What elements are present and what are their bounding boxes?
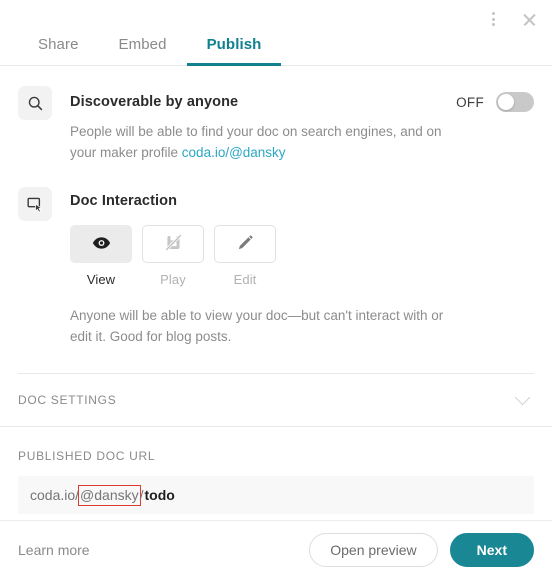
url-prefix: coda.io/ bbox=[30, 487, 80, 503]
doc-interaction-row: Doc Interaction View Play Edit bbox=[18, 187, 534, 287]
discoverable-content: Discoverable by anyone OFF People will b… bbox=[70, 86, 534, 163]
tab-publish[interactable]: Publish bbox=[186, 36, 282, 66]
doc-interaction-content: Doc Interaction View Play Edit bbox=[70, 187, 534, 287]
eye-icon bbox=[92, 236, 111, 253]
discoverable-description: People will be able to find your doc on … bbox=[70, 121, 460, 163]
interaction-mode-group: View Play Edit bbox=[70, 225, 534, 287]
maker-profile-link[interactable]: coda.io/@dansky bbox=[182, 145, 286, 160]
discoverable-title-line: Discoverable by anyone OFF bbox=[70, 92, 534, 112]
open-preview-button[interactable]: Open preview bbox=[309, 532, 438, 567]
mode-edit-label: Edit bbox=[233, 272, 257, 287]
discoverable-title: Discoverable by anyone bbox=[70, 94, 239, 110]
search-icon bbox=[18, 86, 52, 120]
mode-edit: Edit bbox=[214, 225, 276, 287]
close-glyph bbox=[522, 12, 537, 27]
url-slug[interactable]: todo bbox=[145, 487, 175, 503]
footer-actions: Open preview Next bbox=[309, 532, 534, 567]
doc-interaction-title: Doc Interaction bbox=[70, 193, 178, 209]
mode-play-button[interactable] bbox=[142, 225, 204, 263]
published-url-input[interactable]: coda.io/@dansky / todo bbox=[18, 476, 534, 514]
discoverable-row: Discoverable by anyone OFF People will b… bbox=[18, 86, 534, 163]
mode-view: View bbox=[70, 225, 132, 287]
toggle-state-label: OFF bbox=[456, 94, 484, 110]
learn-more-link[interactable]: Learn more bbox=[18, 542, 90, 558]
doc-interaction-description: Anyone will be able to view your doc—but… bbox=[70, 308, 444, 344]
mode-view-button[interactable] bbox=[70, 225, 132, 263]
discoverable-toggle-wrap: OFF bbox=[456, 92, 534, 112]
mode-edit-button[interactable] bbox=[214, 225, 276, 263]
toggle-knob bbox=[498, 94, 514, 110]
doc-settings-label: DOC SETTINGS bbox=[18, 393, 117, 407]
mode-play: Play bbox=[142, 225, 204, 287]
doc-interaction-title-line: Doc Interaction bbox=[70, 193, 534, 209]
window-controls bbox=[482, 8, 540, 30]
url-handle-highlight[interactable]: @dansky bbox=[78, 484, 141, 506]
kebab-dots bbox=[491, 12, 495, 26]
pencil-icon bbox=[236, 234, 254, 255]
mode-play-label: Play bbox=[160, 272, 186, 287]
discoverable-section: Discoverable by anyone OFF People will b… bbox=[0, 66, 552, 163]
chevron-down-icon bbox=[514, 389, 531, 406]
doc-settings-row[interactable]: DOC SETTINGS bbox=[0, 374, 552, 426]
url-separator: / bbox=[139, 487, 144, 503]
tab-embed[interactable]: Embed bbox=[99, 36, 187, 65]
interact-off-icon bbox=[164, 233, 183, 255]
close-icon[interactable] bbox=[518, 8, 540, 30]
published-url-label: PUBLISHED DOC URL bbox=[18, 449, 156, 463]
publish-dialog: Share Embed Publish Discoverable by anyo… bbox=[0, 0, 552, 578]
dialog-footer: Learn more Open preview Next bbox=[0, 520, 552, 578]
dialog-body: Discoverable by anyone OFF People will b… bbox=[0, 66, 552, 520]
screen-cursor-icon bbox=[18, 187, 52, 221]
discoverable-toggle[interactable] bbox=[496, 92, 534, 112]
next-button[interactable]: Next bbox=[449, 532, 534, 567]
published-url-section: PUBLISHED DOC URL coda.io/@dansky / todo bbox=[0, 427, 552, 514]
doc-interaction-section: Doc Interaction View Play Edit Anyone wi… bbox=[0, 163, 552, 374]
tab-share[interactable]: Share bbox=[18, 36, 99, 65]
kebab-menu-icon[interactable] bbox=[482, 8, 504, 30]
tab-bar: Share Embed Publish bbox=[0, 0, 552, 66]
mode-view-label: View bbox=[86, 272, 116, 287]
